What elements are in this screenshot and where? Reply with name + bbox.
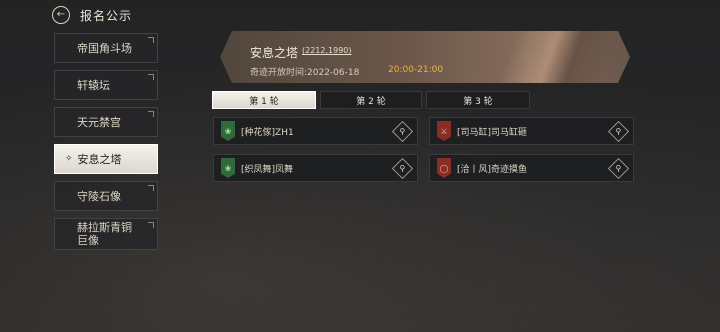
tab-round-1[interactable]: 第 1 轮 [212,91,316,109]
corner-decoration [148,222,154,228]
sidebar-item-label: 守陵石像 [77,190,121,203]
team-card[interactable]: ❀ [种花傢]ZH1 ⚲ [213,117,418,145]
sidebar-item-label: 天元禁宫 [77,116,121,129]
corner-decoration [148,74,154,80]
alliance-flag-icon: ❀ [221,121,235,141]
team-card[interactable]: ❀ [织凤舞]凤舞 ⚲ [213,154,418,182]
tab-label: 第 2 轮 [356,96,386,107]
alliance-flag-icon: ❀ [221,158,235,178]
search-icon[interactable]: ⚲ [607,120,630,142]
wonder-title: 安息之塔 [250,46,299,60]
search-icon[interactable]: ⚲ [607,157,630,179]
sidebar-item-guardian-statue[interactable]: 守陵石像 [54,181,158,211]
team-name: [洽丨风]奇迹摸鱼 [457,164,528,175]
corner-decoration [148,37,154,43]
alliance-flag-icon: ⚔ [437,121,451,141]
back-arrow-icon[interactable]: ← [52,6,70,24]
wonder-coordinates-link[interactable]: (2212,1990) [302,46,352,55]
sidebar-item-label: 帝国角斗场 [77,42,132,55]
alliance-flag-icon: ◯ [437,158,451,178]
team-card[interactable]: ◯ [洽丨风]奇迹摸鱼 ⚲ [429,154,634,182]
corner-decoration [148,185,154,191]
sidebar-item-bronze-colossus[interactable]: 赫拉斯青铜巨像 [54,218,158,250]
pyramid-artwork [485,31,630,83]
sidebar-item-label: 赫拉斯青铜巨像 [77,221,132,247]
team-name: [织凤舞]凤舞 [241,164,294,175]
sidebar-item-tianyuan-palace[interactable]: 天元禁宫 [54,107,158,137]
team-name: [司马缸]司马缸砸 [457,127,528,138]
sidebar-item-tower-of-rest[interactable]: ✧ 安息之塔 [54,144,158,174]
team-card[interactable]: ⚔ [司马缸]司马缸砸 ⚲ [429,117,634,145]
selected-marker-icon: ✧ [65,154,73,164]
team-name: [种花傢]ZH1 [241,127,294,138]
open-time-label: 奇迹开放时间:2022-06-18 [250,68,360,78]
sidebar-item-imperial-arena[interactable]: 帝国角斗场 [54,33,158,63]
tab-round-3[interactable]: 第 3 轮 [426,91,530,109]
page-title: 报名公示 [80,8,133,23]
wonder-banner: 安息之塔 (2212,1990) 奇迹开放时间:2022-06-18 20:00… [220,31,630,83]
search-icon[interactable]: ⚲ [391,157,414,179]
sidebar-item-xuanyuan-altar[interactable]: 轩辕坛 [54,70,158,100]
open-time-range: 20:00-21:00 [388,65,444,75]
search-icon[interactable]: ⚲ [391,120,414,142]
sidebar-item-label: 轩辕坛 [77,79,110,92]
tab-round-2[interactable]: 第 2 轮 [320,91,422,109]
tab-label: 第 1 轮 [249,96,279,107]
corner-decoration [148,111,154,117]
tab-label: 第 3 轮 [463,96,493,107]
sidebar-item-label: 安息之塔 [77,153,122,166]
header: ← 报名公示 [52,4,132,26]
